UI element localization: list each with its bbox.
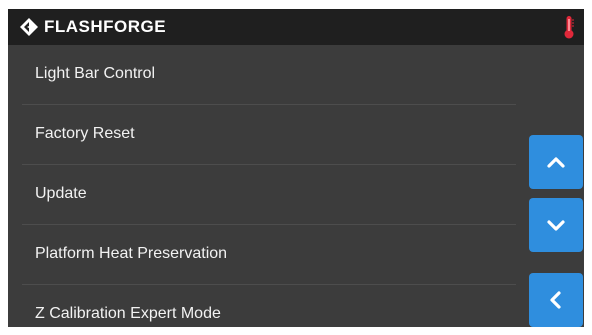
chevron-up-icon: [547, 157, 565, 168]
menu-item-platform-heat-preservation[interactable]: Platform Heat Preservation: [22, 225, 516, 285]
menu-item-label: Light Bar Control: [35, 65, 156, 82]
settings-menu-list: Light Bar Control Factory Reset Update P…: [22, 45, 516, 327]
menu-item-label: Update: [35, 185, 87, 202]
brand-name: FLASHFORGE: [44, 17, 167, 36]
menu-item-label: Platform Heat Preservation: [35, 245, 228, 262]
chevron-down-icon: [547, 220, 565, 231]
top-bar: FLASHFORGE: [8, 9, 584, 45]
menu-item-update[interactable]: Update: [22, 165, 516, 225]
thermometer-icon: [564, 16, 574, 39]
printer-screen: FLASHFORGE Light Bar Control Factory Res…: [8, 9, 584, 327]
menu-item-factory-reset[interactable]: Factory Reset: [22, 105, 516, 165]
menu-item-light-bar-control[interactable]: Light Bar Control: [22, 45, 516, 105]
scroll-up-button[interactable]: [529, 135, 583, 189]
chevron-left-icon: [550, 291, 561, 309]
menu-item-z-calibration-expert-mode[interactable]: Z Calibration Expert Mode: [22, 285, 516, 327]
back-button[interactable]: [529, 273, 583, 327]
scroll-down-button[interactable]: [529, 198, 583, 252]
menu-item-label: Factory Reset: [35, 125, 135, 142]
menu-item-label: Z Calibration Expert Mode: [35, 305, 221, 322]
flashforge-logo-icon: [20, 18, 38, 36]
